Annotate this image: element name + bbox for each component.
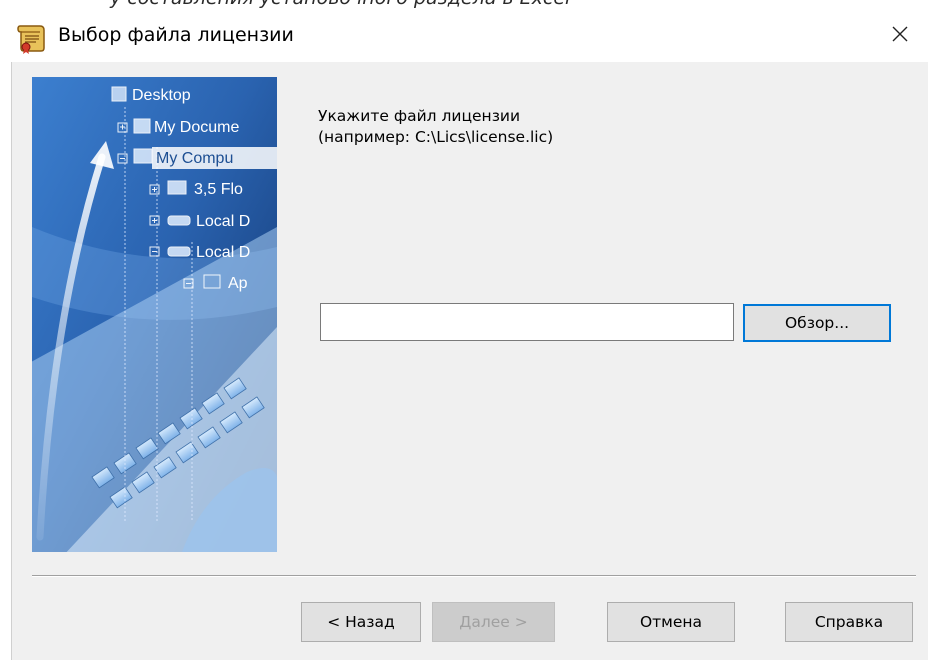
title-bar[interactable]: Выбор файла лицензии	[0, 10, 928, 62]
tree-item-ap: Ap	[228, 275, 248, 292]
instructions: Укажите файл лицензии (например: C:\Lics…	[318, 106, 553, 148]
close-button[interactable]	[872, 10, 928, 62]
instruction-line-2: (например: C:\Lics\license.lic)	[318, 128, 554, 146]
back-button[interactable]: < Назад	[301, 602, 421, 642]
license-path-input[interactable]	[320, 303, 734, 341]
background-partial-text: у составления установочного раздела в Ex…	[110, 0, 570, 9]
next-button[interactable]: Далее >	[432, 602, 555, 642]
tree-item-my-documents: My Docume	[154, 119, 239, 136]
instruction-line-1: Укажите файл лицензии	[318, 107, 521, 125]
tree-item-local-disk-1: Local D	[196, 213, 250, 230]
tree-item-desktop: Desktop	[132, 87, 191, 104]
close-icon	[891, 25, 909, 47]
tree-item-my-computer: My Compu	[156, 150, 233, 167]
wizard-illustration: Desktop My Docume My Compu 3,5 Flo Local…	[32, 77, 277, 552]
dialog-body: Desktop My Docume My Compu 3,5 Flo Local…	[11, 62, 928, 660]
license-scroll-icon	[14, 22, 48, 54]
help-button[interactable]: Справка	[785, 602, 913, 642]
window-title: Выбор файла лицензии	[58, 24, 294, 46]
cancel-button[interactable]: Отмена	[607, 602, 735, 642]
tree-item-local-disk-2: Local D	[196, 244, 250, 261]
background-window-strip: у составления установочного раздела в Ex…	[0, 0, 928, 10]
tree-item-floppy: 3,5 Flo	[194, 181, 243, 198]
separator-line	[32, 575, 916, 577]
browse-button[interactable]: Обзор...	[743, 304, 891, 342]
